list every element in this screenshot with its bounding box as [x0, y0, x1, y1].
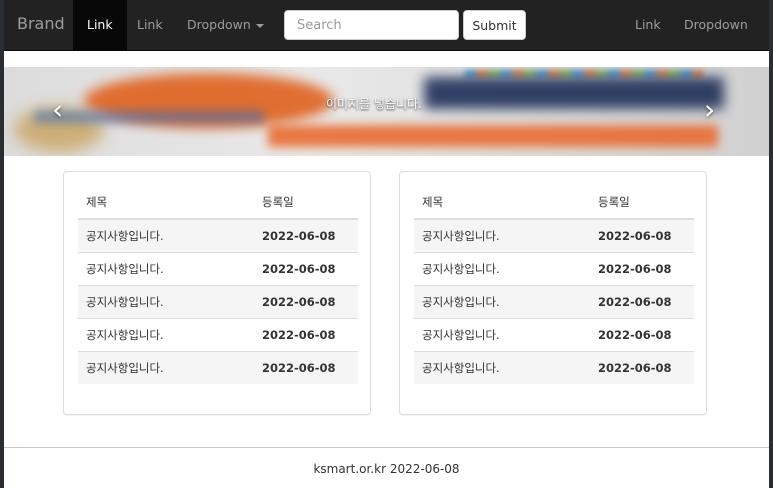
- notice-date: 2022-06-08: [590, 252, 694, 286]
- nav-dropdown[interactable]: Dropdown: [173, 0, 278, 50]
- notice-date: 2022-06-08: [254, 318, 358, 352]
- banner-graphic: [424, 77, 724, 109]
- submit-button[interactable]: Submit: [463, 10, 526, 40]
- caret-down-icon: [255, 23, 264, 28]
- browser-viewport: Brand Link Link Dropdown Submit Link Dro…: [4, 0, 769, 488]
- notice-title[interactable]: 공지사항입니다.: [78, 351, 254, 384]
- carousel-caption: 이미지를 넣습니다.: [326, 97, 422, 111]
- notice-date: 2022-06-08: [254, 351, 358, 384]
- navbar: Brand Link Link Dropdown Submit Link Dro…: [4, 0, 769, 78]
- table-row[interactable]: 공지사항입니다. 2022-06-08: [78, 252, 358, 286]
- column-header-date: 등록일: [590, 186, 694, 220]
- notice-date: 2022-06-08: [590, 351, 694, 384]
- notice-title[interactable]: 공지사항입니다.: [78, 285, 254, 319]
- image-carousel: ‹ 이미지를 넣습니다. ›: [4, 67, 769, 156]
- table-row[interactable]: 공지사항입니다. 2022-06-08: [414, 318, 694, 352]
- table-row[interactable]: 공지사항입니다. 2022-06-08: [78, 285, 358, 319]
- notice-date: 2022-06-08: [590, 218, 694, 253]
- notice-date: 2022-06-08: [590, 285, 694, 319]
- footer-text: ksmart.or.kr 2022-06-08: [313, 462, 460, 476]
- nav-link-active[interactable]: Link: [73, 0, 127, 50]
- column-header-date: 등록일: [254, 186, 358, 220]
- notice-table: 제목 등록일 공지사항입니다. 2022-06-08 공지사항입니다. 2022-0…: [414, 186, 694, 384]
- notice-date: 2022-06-08: [254, 252, 358, 286]
- table-header-row: 제목 등록일: [414, 186, 694, 220]
- table-row[interactable]: 공지사항입니다. 2022-06-08: [78, 218, 358, 253]
- nav-dropdown-right[interactable]: Dropdown: [670, 0, 769, 78]
- search-input[interactable]: [284, 10, 459, 40]
- chevron-left-icon[interactable]: ‹: [52, 95, 63, 125]
- column-header-title: 제목: [414, 186, 590, 220]
- notice-title[interactable]: 공지사항입니다.: [414, 318, 590, 352]
- notice-title[interactable]: 공지사항입니다.: [414, 218, 590, 253]
- notice-title[interactable]: 공지사항입니다.: [414, 351, 590, 384]
- banner-graphic: [268, 125, 718, 147]
- table-row[interactable]: 공지사항입니다. 2022-06-08: [414, 351, 694, 384]
- table-row[interactable]: 공지사항입니다. 2022-06-08: [78, 351, 358, 384]
- chevron-right-icon[interactable]: ›: [704, 95, 715, 125]
- notice-title[interactable]: 공지사항입니다.: [78, 318, 254, 352]
- column-header-title: 제목: [78, 186, 254, 220]
- table-row[interactable]: 공지사항입니다. 2022-06-08: [414, 285, 694, 319]
- notice-panel-right: 제목 등록일 공지사항입니다. 2022-06-08 공지사항입니다. 2022-0…: [399, 171, 707, 415]
- footer-divider: [4, 447, 769, 448]
- notice-date: 2022-06-08: [254, 218, 358, 253]
- notice-title[interactable]: 공지사항입니다.: [414, 252, 590, 286]
- notice-title[interactable]: 공지사항입니다.: [414, 285, 590, 319]
- navbar-brand[interactable]: Brand: [17, 14, 65, 33]
- notice-table: 제목 등록일 공지사항입니다. 2022-06-08 공지사항입니다. 2022-0…: [78, 186, 358, 384]
- table-row[interactable]: 공지사항입니다. 2022-06-08: [414, 218, 694, 253]
- banner-graphic: [34, 111, 264, 123]
- notice-panel-left: 제목 등록일 공지사항입니다. 2022-06-08 공지사항입니다. 2022-0…: [63, 171, 371, 415]
- nav-link[interactable]: Link: [123, 0, 177, 50]
- nav-link-right[interactable]: Link: [621, 0, 675, 50]
- notice-title[interactable]: 공지사항입니다.: [78, 218, 254, 253]
- notice-title[interactable]: 공지사항입니다.: [78, 252, 254, 286]
- notice-date: 2022-06-08: [590, 318, 694, 352]
- nav-dropdown-right-label: Dropdown: [684, 17, 748, 32]
- table-row[interactable]: 공지사항입니다. 2022-06-08: [78, 318, 358, 352]
- table-header-row: 제목 등록일: [78, 186, 358, 220]
- table-row[interactable]: 공지사항입니다. 2022-06-08: [414, 252, 694, 286]
- notice-date: 2022-06-08: [254, 285, 358, 319]
- nav-dropdown-label: Dropdown: [187, 17, 251, 32]
